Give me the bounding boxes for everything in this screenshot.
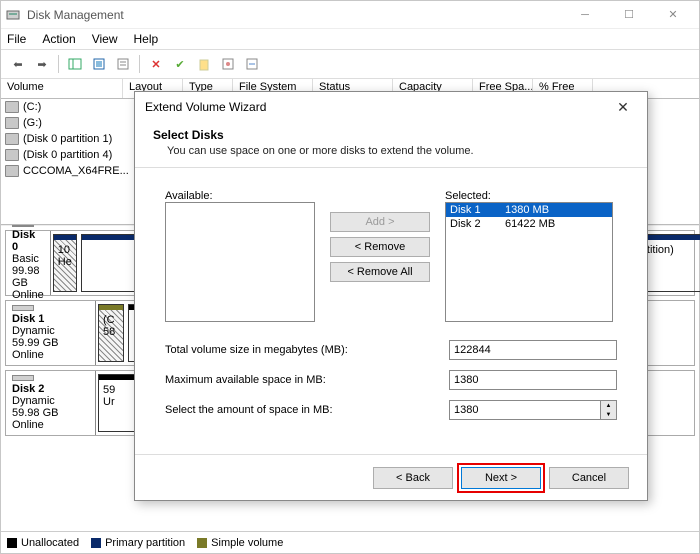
partition[interactable]: 10He [53, 234, 77, 292]
back-icon[interactable]: ⬅ [7, 53, 29, 75]
available-listbox[interactable] [165, 202, 315, 322]
properties-icon[interactable] [112, 53, 134, 75]
help-icon[interactable] [241, 53, 263, 75]
forward-icon[interactable]: ➡ [31, 53, 53, 75]
col-volume[interactable]: Volume [1, 79, 123, 98]
selected-disk-item[interactable]: Disk 1 1380 MB [446, 203, 612, 217]
window-title: Disk Management [27, 8, 563, 22]
wizard-titlebar: Extend Volume Wizard ✕ [135, 92, 647, 122]
next-button-highlight: Next > [457, 463, 545, 493]
selected-disk-item[interactable]: Disk 2 61422 MB [446, 217, 612, 231]
selected-label: Selected: [445, 190, 613, 202]
delete-icon[interactable]: ✕ [145, 53, 167, 75]
next-button[interactable]: Next > [461, 467, 541, 489]
max-space-label: Maximum available space in MB: [165, 374, 449, 386]
total-size-label: Total volume size in megabytes (MB): [165, 344, 449, 356]
back-button[interactable]: < Back [373, 467, 453, 489]
maximize-button[interactable]: ☐ [607, 4, 651, 26]
show-hide-icon[interactable] [64, 53, 86, 75]
remove-button[interactable]: < Remove [330, 237, 430, 257]
wizard-subheading: You can use space on one or more disks t… [167, 145, 629, 157]
max-space-value: 1380 [449, 370, 617, 390]
menubar: File Action View Help [1, 29, 699, 49]
wizard-heading: Select Disks [153, 128, 224, 142]
total-size-value: 122844 [449, 340, 617, 360]
partition[interactable]: (C58 [98, 304, 124, 362]
menu-file[interactable]: File [7, 32, 26, 46]
wizard-header: Select Disks You can use space on one or… [135, 122, 647, 168]
refresh-icon[interactable] [88, 53, 110, 75]
titlebar: Disk Management ─ ☐ ✕ [1, 1, 699, 29]
remove-all-button[interactable]: < Remove All [330, 262, 430, 282]
close-button[interactable]: ✕ [651, 4, 695, 26]
wizard-title-text: Extend Volume Wizard [145, 100, 609, 114]
menu-help[interactable]: Help [134, 32, 159, 46]
selected-listbox[interactable]: Disk 1 1380 MBDisk 2 61422 MB [445, 202, 613, 322]
minimize-button[interactable]: ─ [563, 4, 607, 26]
app-icon [5, 7, 21, 23]
legend: Unallocated Primary partition Simple vol… [1, 531, 699, 553]
amount-label: Select the amount of space in MB: [165, 404, 449, 416]
amount-spinner[interactable]: 1380 ▲ ▼ [449, 400, 617, 420]
check-icon[interactable]: ✔ [169, 53, 191, 75]
menu-view[interactable]: View [92, 32, 118, 46]
extend-volume-wizard: Extend Volume Wizard ✕ Select Disks You … [134, 91, 648, 501]
settings-icon[interactable] [217, 53, 239, 75]
new-icon[interactable] [193, 53, 215, 75]
toolbar: ⬅ ➡ ✕ ✔ [1, 49, 699, 79]
available-label: Available: [165, 190, 315, 202]
spinner-up-icon[interactable]: ▲ [601, 401, 616, 410]
menu-action[interactable]: Action [42, 32, 75, 46]
cancel-button[interactable]: Cancel [549, 467, 629, 489]
wizard-close-button[interactable]: ✕ [609, 99, 637, 116]
spinner-down-icon[interactable]: ▼ [601, 410, 616, 419]
add-button[interactable]: Add > [330, 212, 430, 232]
